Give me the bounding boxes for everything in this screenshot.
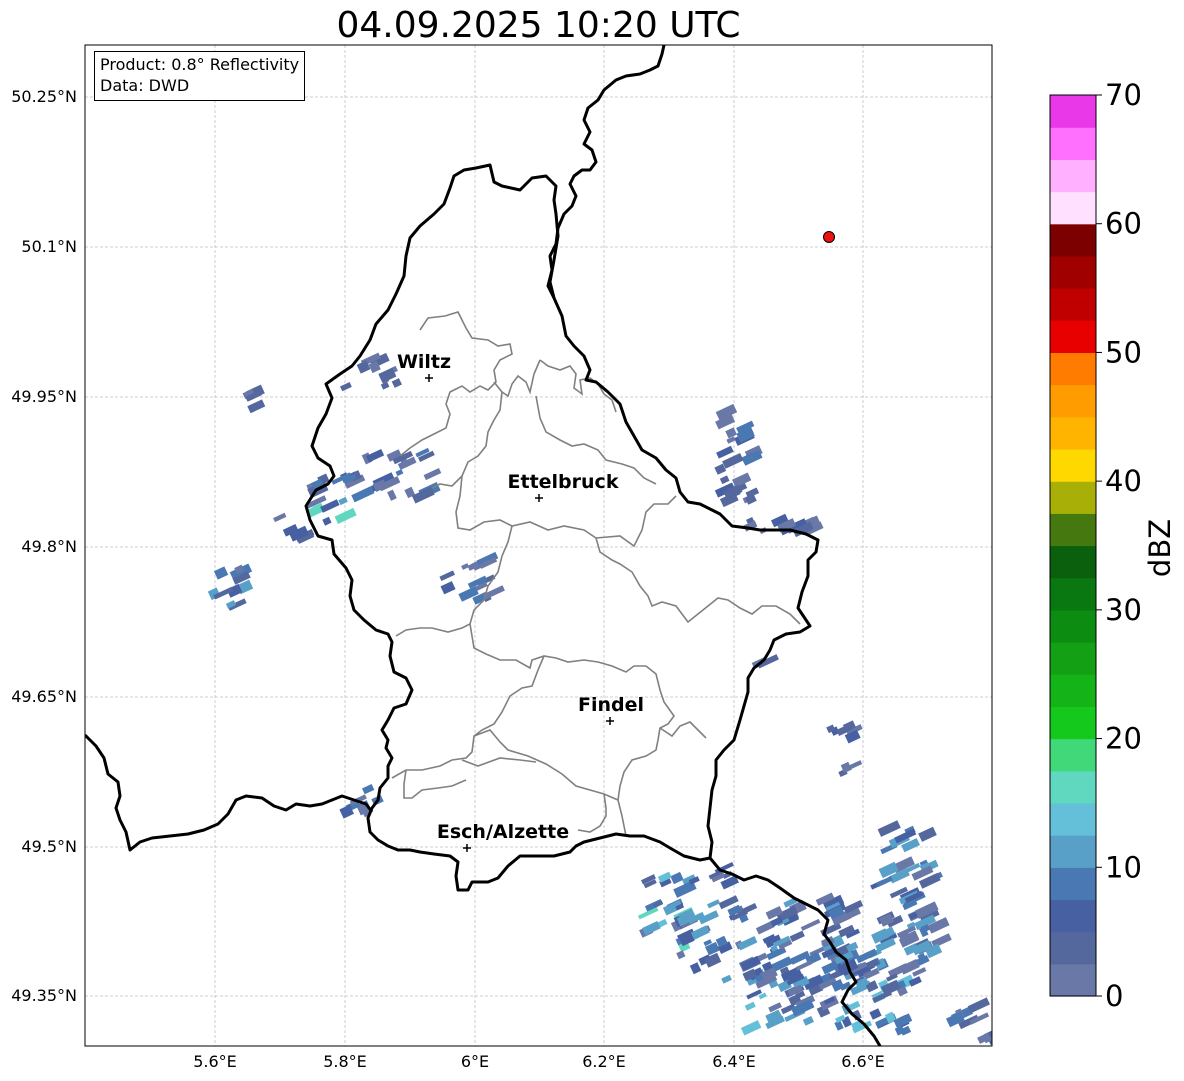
colorbar-tick-label: 40: [1105, 464, 1142, 498]
colorbar-band: [1050, 95, 1096, 128]
colorbar-band: [1050, 867, 1096, 901]
colorbar-tick-label: 10: [1105, 850, 1142, 884]
lon-tick: 6°E: [461, 1052, 489, 1071]
colorbar-band: [1050, 802, 1096, 836]
lon-tick-labels: 5.6°E 5.8°E 6°E 6.2°E 6.4°E 6.6°E: [193, 1052, 885, 1071]
colorbar-tick-label: 60: [1105, 207, 1142, 241]
lat-tick: 50.25°N: [11, 87, 77, 106]
colorbar-band: [1050, 706, 1096, 740]
product-text: Product: 0.8° Reflectivity: [100, 55, 300, 74]
colorbar-band: [1050, 255, 1096, 289]
colorbar-band: [1050, 899, 1096, 933]
colorbar-tick-label: 0: [1105, 979, 1123, 1013]
lat-tick: 49.65°N: [11, 687, 77, 706]
colorbar-band: [1050, 738, 1096, 772]
colorbar-band: [1050, 481, 1096, 514]
lon-tick: 5.8°E: [323, 1052, 367, 1071]
colorbar: 0 10 20 30 40 50 60 70 dBZ: [1049, 78, 1177, 1013]
place-label: Ettelbruck: [508, 471, 619, 493]
colorbar-bands: [1050, 95, 1096, 997]
lon-tick: 6.4°E: [712, 1052, 756, 1071]
colorbar-band: [1050, 545, 1096, 579]
colorbar-band: [1050, 352, 1096, 386]
colorbar-band: [1050, 159, 1096, 193]
colorbar-band: [1050, 513, 1096, 547]
colorbar-band: [1050, 963, 1096, 997]
place-label: Wiltz: [397, 351, 451, 373]
colorbar-band: [1050, 288, 1096, 321]
lat-tick: 50.1°N: [21, 237, 77, 256]
map-panel[interactable]: Wiltz Ettelbruck Findel Esch/Alzette: [84, 44, 1004, 1047]
data-source-text: Data: DWD: [100, 76, 190, 95]
place-label: Esch/Alzette: [437, 821, 569, 843]
lat-tick: 49.95°N: [11, 387, 77, 406]
colorbar-band: [1050, 448, 1096, 482]
colorbar-band: [1050, 577, 1096, 611]
colorbar-band: [1050, 835, 1096, 868]
colorbar-band: [1050, 609, 1096, 643]
colorbar-band: [1050, 191, 1096, 225]
colorbar-band: [1050, 674, 1096, 707]
lat-tick: 49.8°N: [21, 537, 77, 556]
colorbar-band: [1050, 642, 1096, 675]
colorbar-tick-label: 30: [1105, 593, 1142, 627]
radar-site-marker[interactable]: [823, 231, 835, 243]
colorbar-tick-label: 50: [1105, 335, 1142, 369]
colorbar-tick-label: 70: [1105, 78, 1142, 112]
colorbar-band: [1050, 320, 1096, 354]
place-label: Findel: [578, 694, 644, 716]
colorbar-band: [1050, 416, 1096, 450]
lon-tick: 5.6°E: [193, 1052, 237, 1071]
lat-tick: 49.35°N: [11, 986, 77, 1005]
lat-tick: 49.5°N: [21, 837, 77, 856]
colorbar-tick-label: 20: [1105, 722, 1142, 756]
lon-tick: 6.2°E: [582, 1052, 626, 1071]
colorbar-band: [1050, 931, 1096, 965]
colorbar-band: [1050, 384, 1096, 418]
colorbar-ticks: 0 10 20 30 40 50 60 70: [1096, 78, 1142, 1013]
lat-tick-labels: 50.25°N 50.1°N 49.95°N 49.8°N 49.65°N 49…: [11, 87, 77, 1005]
radar-map-figure: Wiltz Ettelbruck Findel Esch/Alzette 50.…: [11, 44, 1177, 1071]
product-info-box: Product: 0.8° Reflectivity Data: DWD: [94, 51, 306, 101]
colorbar-band: [1050, 770, 1096, 804]
colorbar-band: [1050, 127, 1096, 160]
colorbar-label: dBZ: [1143, 519, 1177, 577]
colorbar-band: [1050, 223, 1096, 257]
lon-tick: 6.6°E: [841, 1052, 885, 1071]
